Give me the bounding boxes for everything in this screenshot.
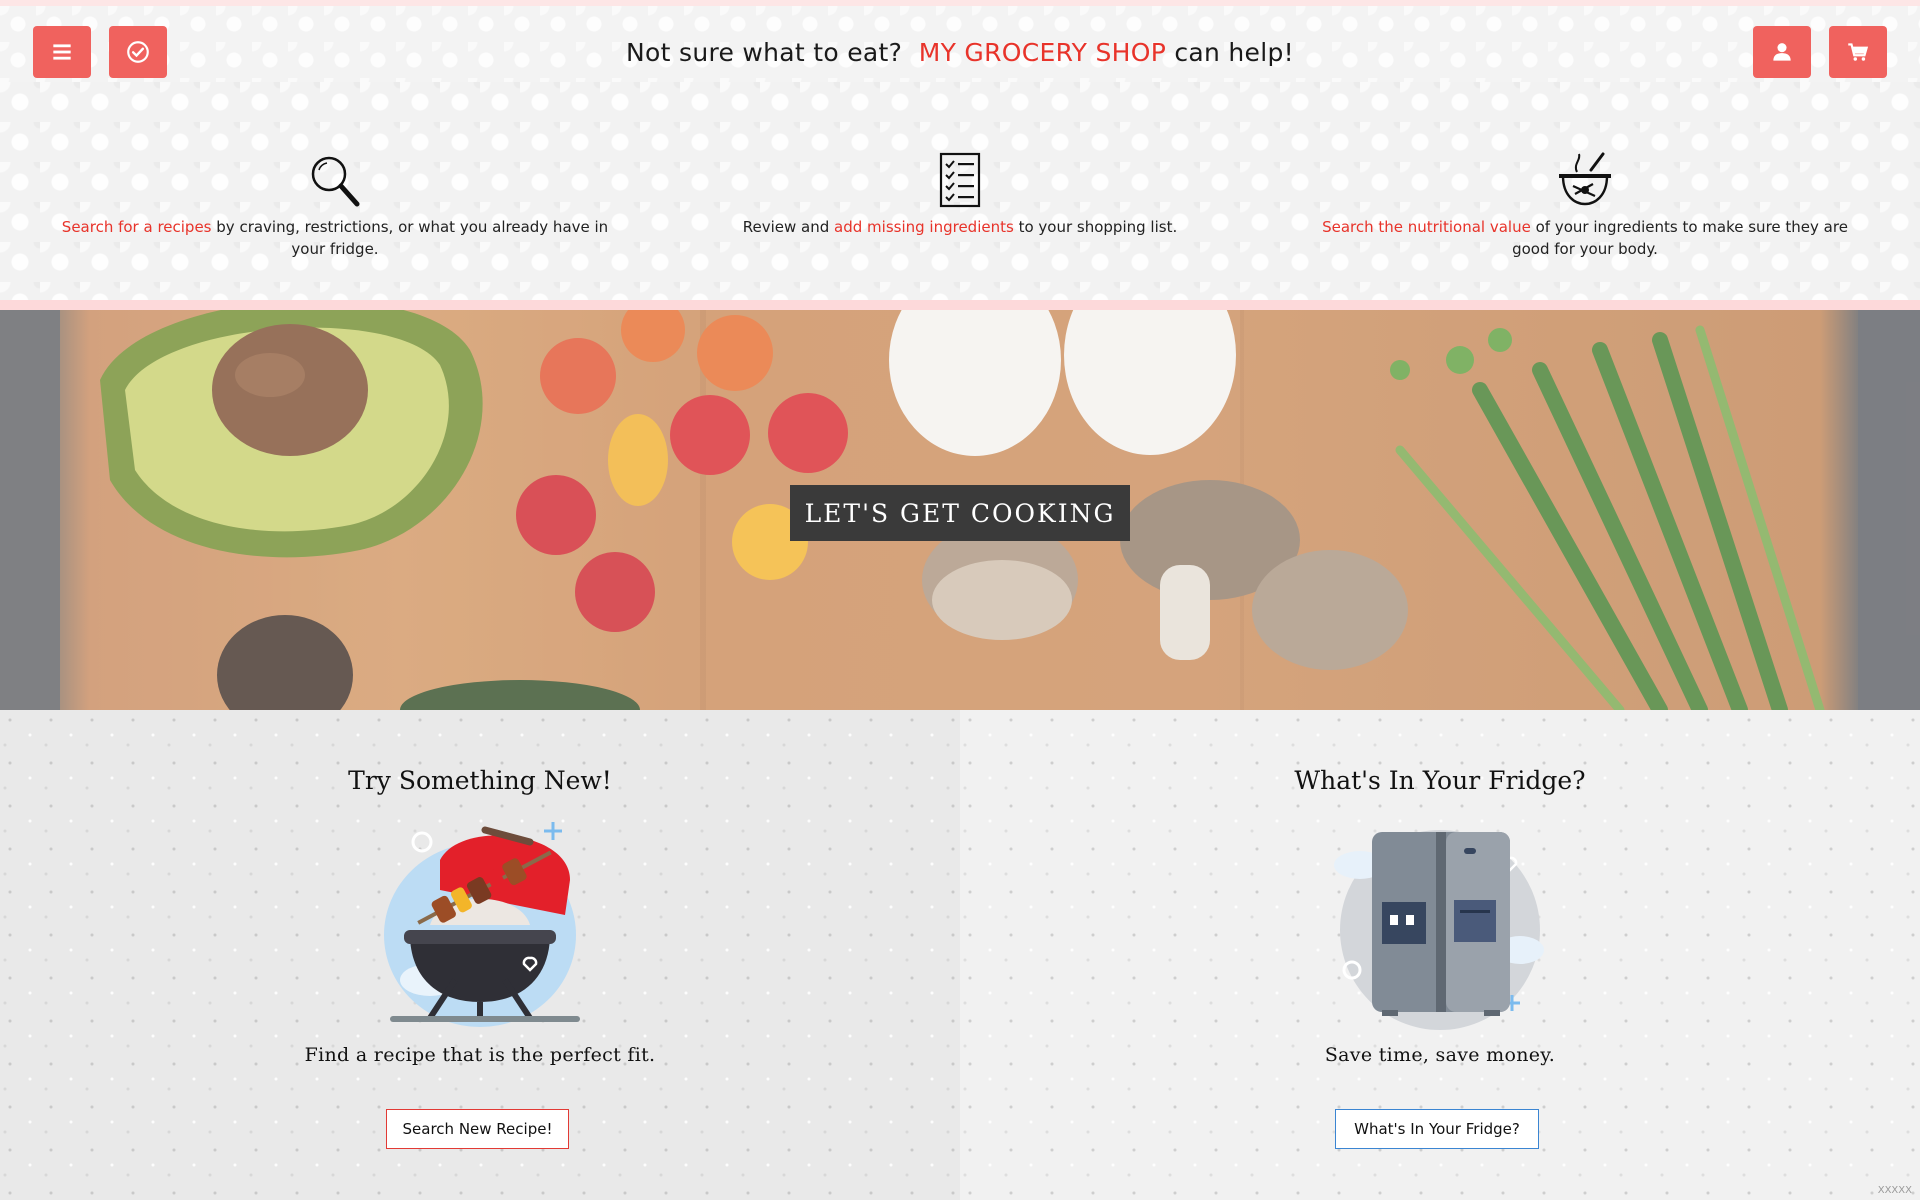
whats-in-your-fridge-button[interactable]: What's In Your Fridge? [1335,1109,1539,1149]
watermark: XXXXX [1877,1185,1912,1196]
whats-in-your-fridge-card: What's In Your Fridge? Save time, save m… [960,710,1920,1200]
tagline-prefix: Not sure what to eat? [626,38,903,67]
search-new-recipe-button[interactable]: Search New Recipe! [386,1109,569,1149]
features-strip: Search for a recipes by craving, restric… [0,82,1920,300]
site-header: Not sure what to eat? MY GROCERY SHOP ca… [0,6,1920,82]
user-icon [1773,43,1791,61]
card-subtitle: Save time, save money. [1324,1044,1556,1066]
cart-button[interactable] [1829,26,1887,78]
feature-nutrition-text: of your ingredients to make sure they ar… [1512,218,1848,258]
lets-get-cooking-button[interactable]: LET'S GET COOKING [790,485,1130,541]
tagline: Not sure what to eat? MY GROCERY SHOP ca… [0,38,1920,67]
feature-ingredients-text: to your shopping list. [1018,218,1178,236]
search-recipes-link[interactable]: Search for a recipes [62,218,212,236]
feature-search: Search for a recipes by craving, restric… [60,152,610,260]
feature-nutrition: Search the nutritional value of your ing… [1310,152,1860,260]
checklist-icon [939,152,981,208]
card-subtitle: Find a recipe that is the perfect fit. [304,1044,656,1066]
nutrition-icon [1559,152,1611,206]
nutrition-link[interactable]: Search the nutritional value [1322,218,1531,236]
feature-search-text: by craving, restrictions, or what you al… [216,218,609,258]
tagline-suffix: can help! [1174,38,1294,67]
fridge-icon [1334,830,1544,1030]
grill-icon [384,822,580,1027]
feature-ingredients: Review and add missing ingredients to yo… [690,152,1230,238]
card-title: What's In Your Fridge? [1294,766,1586,795]
account-button[interactable] [1753,26,1811,78]
feature-ingredients-prefix: Review and [742,218,830,236]
hero-banner: LET'S GET COOKING [0,310,1920,710]
try-something-new-card: Try Something New! Find a recipe that is… [0,710,960,1200]
brand-name[interactable]: MY GROCERY SHOP [919,38,1166,67]
section-divider [0,300,1920,310]
card-title: Try Something New! [348,766,612,795]
cart-icon [1848,43,1869,61]
add-ingredients-link[interactable]: add missing ingredients [834,218,1014,236]
magnifier-icon [311,156,360,207]
